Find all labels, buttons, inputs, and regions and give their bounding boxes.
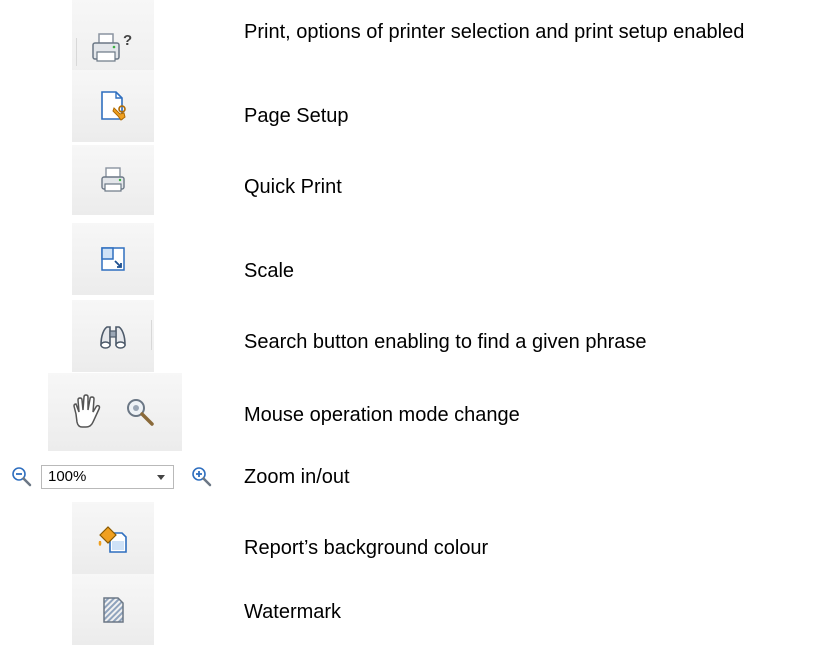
legend-row: Page Setup	[0, 70, 825, 142]
item-label: Report’s background colour	[244, 537, 489, 559]
search-button[interactable]	[72, 300, 154, 372]
chevron-down-icon	[157, 475, 165, 480]
zoom-level-select[interactable]: 100%	[41, 465, 174, 489]
zoom-out-button[interactable]	[10, 465, 34, 489]
zoom-controls: 100%	[0, 455, 230, 500]
item-label: Zoom in/out	[244, 466, 350, 488]
toolbar-separator	[151, 320, 152, 350]
hand-icon	[73, 394, 101, 428]
mouse-mode-group	[48, 373, 182, 451]
item-label: Quick Print	[244, 176, 342, 198]
svg-text:?: ?	[123, 32, 132, 49]
legend-row: Scale	[0, 223, 825, 295]
quick-print-button[interactable]	[72, 145, 154, 215]
print-dialog-icon: ?	[92, 32, 132, 62]
item-label: Mouse operation mode change	[244, 404, 520, 426]
scale-icon	[101, 247, 125, 271]
item-label: Scale	[244, 260, 295, 282]
item-label: Watermark	[244, 601, 342, 623]
legend-row: Watermark	[0, 574, 825, 645]
zoom-in-button[interactable]	[190, 465, 214, 489]
zoom-tool-button[interactable]	[116, 377, 164, 447]
zoom-level-value: 100%	[48, 468, 87, 485]
watermark-button[interactable]	[72, 574, 154, 645]
background-color-button[interactable]	[72, 502, 154, 574]
quick-print-icon	[101, 167, 125, 192]
item-label: Print, options of printer selection and …	[244, 21, 745, 43]
zoom-in-icon	[192, 467, 212, 487]
magnifier-icon	[127, 399, 154, 426]
item-label: Page Setup	[244, 105, 349, 127]
binoculars-search-icon	[100, 326, 126, 349]
page-setup-button[interactable]	[72, 70, 154, 142]
legend-row: Search button enabling to find a given p…	[0, 300, 825, 372]
legend-row: Quick Print	[0, 145, 825, 215]
zoom-out-icon	[12, 467, 32, 487]
toolbar-separator	[76, 38, 77, 66]
watermark-icon	[103, 596, 124, 623]
legend-row: Report’s background colour	[0, 502, 825, 574]
scale-button[interactable]	[72, 223, 154, 295]
legend-row: 100% Zoom in/out	[0, 455, 825, 500]
page-setup-icon	[101, 91, 126, 121]
background-color-icon	[98, 526, 127, 553]
item-label: Search button enabling to find a given p…	[244, 331, 647, 353]
hand-tool-button[interactable]	[56, 377, 116, 447]
legend-row: Mouse operation mode change	[0, 373, 825, 451]
